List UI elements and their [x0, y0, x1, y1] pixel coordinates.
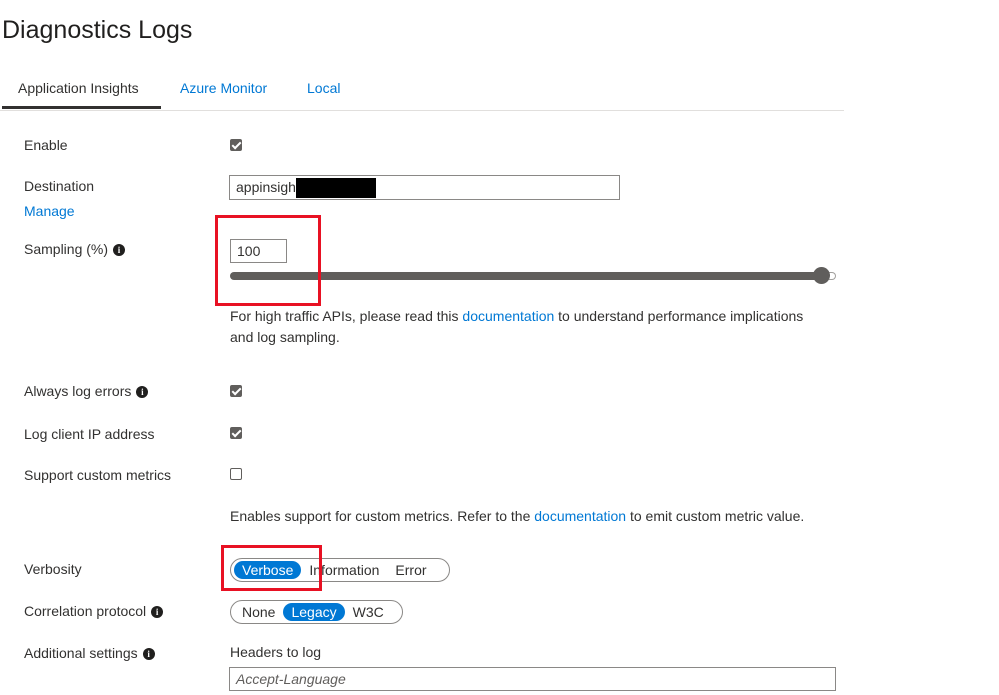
- custom-metrics-checkbox[interactable]: [230, 468, 242, 480]
- correlation-protocol-label-text: Correlation protocol: [24, 603, 147, 619]
- sampling-slider-thumb[interactable]: [813, 267, 830, 284]
- enable-checkbox[interactable]: [230, 139, 242, 151]
- additional-settings-label: Additional settings i: [24, 645, 155, 661]
- destination-label: Destination: [24, 178, 95, 194]
- correlation-option-legacy[interactable]: Legacy: [283, 603, 345, 621]
- headers-to-log-label: Headers to log: [230, 644, 322, 660]
- tabs-divider: [0, 110, 844, 111]
- tab-azure-monitor[interactable]: Azure Monitor: [180, 80, 267, 96]
- redaction-block: [296, 178, 376, 198]
- tab-application-insights[interactable]: Application Insights: [18, 80, 139, 96]
- always-log-errors-label: Always log errors i: [24, 383, 149, 399]
- correlation-toggle-group: None Legacy W3C: [230, 600, 403, 624]
- enable-label: Enable: [24, 137, 68, 153]
- info-icon[interactable]: i: [136, 386, 149, 398]
- destination-value: appinsigh: [236, 179, 296, 195]
- active-tab-indicator: [2, 106, 161, 109]
- sampling-label: Sampling (%) i: [24, 241, 126, 257]
- info-icon[interactable]: i: [113, 244, 126, 256]
- highlight-box-verbosity: [221, 545, 322, 591]
- custom-metrics-label: Support custom metrics: [24, 467, 172, 483]
- custom-metrics-help-suffix: to emit custom metric value.: [626, 508, 805, 524]
- custom-metrics-documentation-link[interactable]: documentation: [534, 508, 626, 524]
- sampling-slider-end: [829, 272, 836, 280]
- sampling-help-line2: and log sampling.: [230, 329, 340, 345]
- info-icon[interactable]: i: [142, 648, 155, 660]
- manage-link[interactable]: Manage: [24, 203, 75, 219]
- additional-settings-label-text: Additional settings: [24, 645, 138, 661]
- headers-to-log-placeholder: Accept-Language: [236, 671, 346, 687]
- log-client-ip-checkbox[interactable]: [230, 427, 242, 439]
- headers-to-log-input[interactable]: Accept-Language: [229, 667, 836, 691]
- destination-input[interactable]: appinsigh: [229, 175, 620, 200]
- tab-local[interactable]: Local: [307, 80, 340, 96]
- sampling-help-prefix: For high traffic APIs, please read this: [230, 308, 463, 324]
- custom-metrics-help-text: Enables support for custom metrics. Refe…: [230, 506, 840, 527]
- sampling-documentation-link[interactable]: documentation: [462, 308, 554, 324]
- info-icon[interactable]: i: [151, 606, 164, 618]
- correlation-option-none[interactable]: None: [234, 603, 283, 621]
- sampling-help-suffix: to understand performance implications: [554, 308, 804, 324]
- sampling-label-text: Sampling (%): [24, 241, 109, 257]
- always-log-errors-label-text: Always log errors: [24, 383, 132, 399]
- correlation-protocol-label: Correlation protocol i: [24, 603, 164, 619]
- log-client-ip-label: Log client IP address: [24, 426, 155, 442]
- sampling-help-text: For high traffic APIs, please read this …: [230, 306, 840, 348]
- correlation-option-w3c[interactable]: W3C: [345, 603, 392, 621]
- highlight-box-sampling: [215, 215, 321, 306]
- page-title: Diagnostics Logs: [2, 16, 193, 44]
- verbosity-option-error[interactable]: Error: [387, 561, 434, 579]
- verbosity-label: Verbosity: [24, 561, 82, 577]
- always-log-errors-checkbox[interactable]: [230, 385, 242, 397]
- custom-metrics-help-prefix: Enables support for custom metrics. Refe…: [230, 508, 535, 524]
